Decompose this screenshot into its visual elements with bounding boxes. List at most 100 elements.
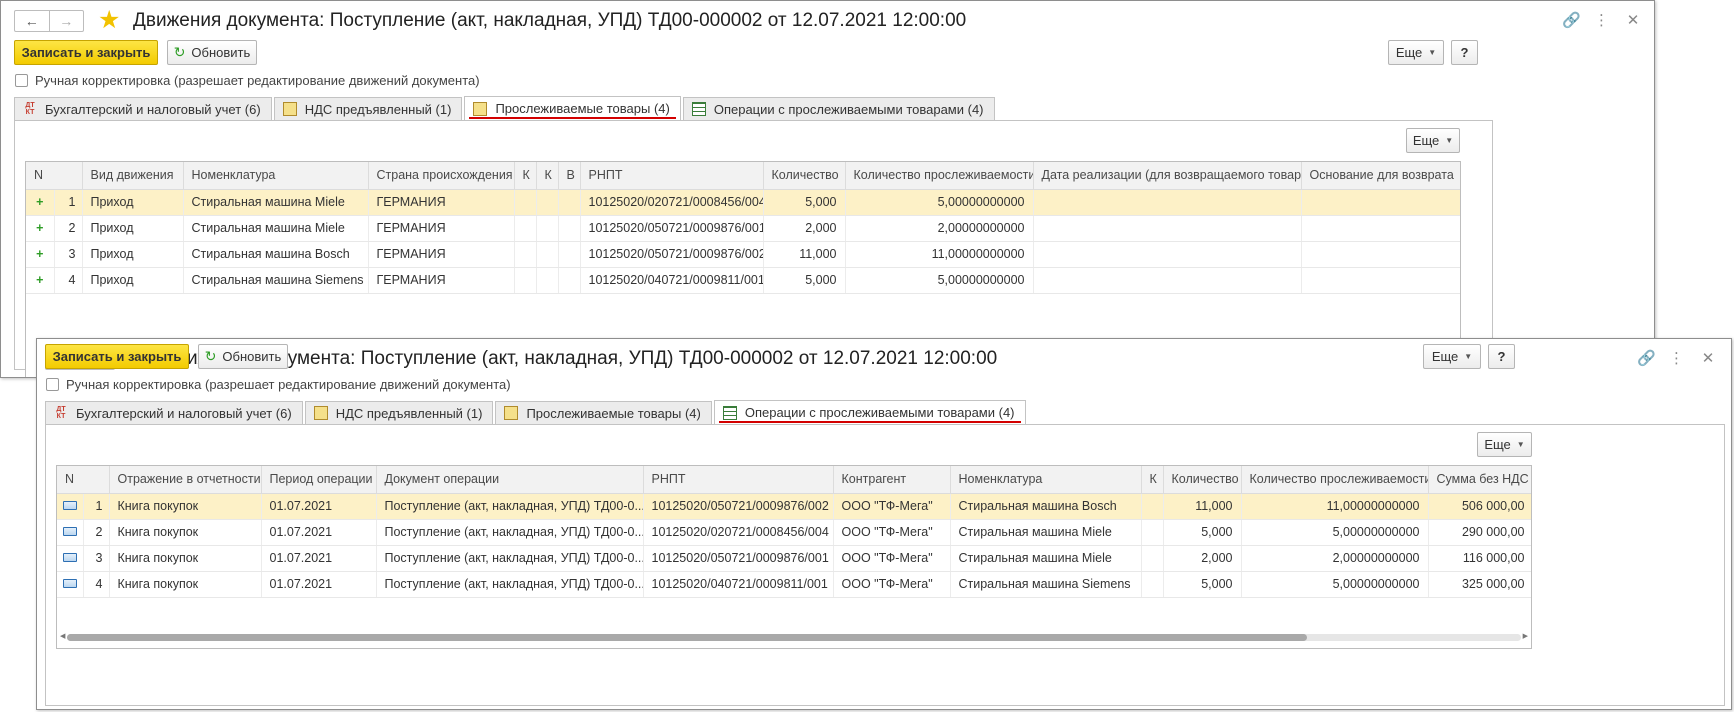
cell-operation-document: Поступление (акт, накладная, УПД) ТД00-0… <box>376 493 644 520</box>
cell-trace-quantity: 5,00000000000 <box>1241 519 1429 546</box>
more-label: Еще <box>1431 349 1459 364</box>
col-k[interactable]: К <box>1141 466 1164 494</box>
scrollbar-thumb[interactable] <box>67 634 1307 641</box>
record-icon <box>62 579 77 588</box>
col-k1[interactable]: К <box>514 162 537 190</box>
table-row[interactable]: 1 Книга покупок 01.07.2021 Поступление (… <box>57 493 1531 520</box>
scroll-left-icon[interactable]: ◀ <box>60 632 65 640</box>
tab-accounting[interactable]: ДТ КТ Бухгалтерский и налоговый учет (6) <box>45 401 303 424</box>
link-icon[interactable]: 🔗 <box>1562 11 1581 29</box>
refresh-button[interactable]: ↻ Обновить <box>198 344 288 369</box>
table-row[interactable]: + 2 Приход Стиральная машина Miele ГЕРМА… <box>26 215 1460 242</box>
cell-country: ГЕРМАНИЯ <box>368 215 515 242</box>
col-k2[interactable]: К <box>536 162 559 190</box>
tab-vat[interactable]: НДС предъявленный (1) <box>304 401 494 424</box>
cell-empty <box>514 189 537 216</box>
cell-quantity: 5,000 <box>763 189 846 216</box>
col-country[interactable]: Страна происхождения <box>368 162 515 190</box>
table-row[interactable]: 3 Книга покупок 01.07.2021 Поступление (… <box>57 545 1531 572</box>
cell-sum-no-vat: 116 000,00 <box>1428 545 1531 572</box>
save-close-button[interactable]: Записать и закрыть <box>14 40 158 65</box>
col-n[interactable]: N <box>57 466 110 494</box>
tab-traceable-goods[interactable]: Прослеживаемые товары (4) <box>464 96 681 120</box>
movements-window-2: ← → ★ Движения документа: Поступление (а… <box>36 338 1732 710</box>
col-reporting[interactable]: Отражение в отчетности <box>109 466 262 494</box>
close-icon[interactable]: ✕ <box>1701 349 1715 367</box>
cell-movement-type: Приход <box>82 189 184 216</box>
col-nomenclature[interactable]: Номенклатура <box>950 466 1142 494</box>
help-button[interactable]: ? <box>1488 344 1515 369</box>
tab-vat[interactable]: НДС предъявленный (1) <box>273 97 463 120</box>
cell-empty <box>1141 571 1164 598</box>
table-more-button[interactable]: Еще ▼ <box>1477 432 1532 457</box>
table-row[interactable]: 2 Книга покупок 01.07.2021 Поступление (… <box>57 519 1531 546</box>
favorite-star-icon[interactable]: ★ <box>98 6 120 34</box>
table-row[interactable]: + 4 Приход Стиральная машина Siemens ГЕР… <box>26 267 1460 294</box>
col-quantity[interactable]: Количество <box>1163 466 1242 494</box>
tab-traceable-operations[interactable]: Операции с прослеживаемыми товарами (4) <box>682 97 995 120</box>
scroll-right-icon[interactable]: ▶ <box>1523 632 1528 640</box>
horizontal-scrollbar[interactable]: ◀ ▶ <box>57 632 1531 642</box>
close-icon[interactable]: ✕ <box>1626 11 1640 29</box>
more-vertical-icon[interactable]: ⋮ <box>1594 11 1609 29</box>
manual-correction-checkbox[interactable] <box>15 74 28 87</box>
col-sale-date[interactable]: Дата реализации (для возвращаемого товар… <box>1033 162 1302 190</box>
cell-empty <box>536 215 559 242</box>
col-sum-no-vat[interactable]: Сумма без НДС <box>1428 466 1531 494</box>
back-arrow-icon[interactable]: ← <box>15 11 50 31</box>
table-more-button[interactable]: Еще ▼ <box>1406 128 1460 153</box>
col-trace-quantity[interactable]: Количество прослеживаемости <box>845 162 1034 190</box>
row-type-cell <box>57 493 84 520</box>
refresh-button[interactable]: ↻ Обновить <box>167 40 257 65</box>
cell-country: ГЕРМАНИЯ <box>368 267 515 294</box>
table-icon <box>722 405 737 420</box>
tab-accounting[interactable]: ДТ КТ Бухгалтерский и налоговый учет (6) <box>14 97 272 120</box>
chevron-down-icon: ▼ <box>1428 48 1437 57</box>
tab-label: Операции с прослеживаемыми товарами (4) <box>744 405 1015 420</box>
col-counterparty[interactable]: Контрагент <box>833 466 951 494</box>
cell-empty <box>1301 215 1460 242</box>
more-button[interactable]: Еще ▼ <box>1423 344 1481 369</box>
col-rnpt[interactable]: РНПТ <box>643 466 834 494</box>
register-icon <box>473 101 488 116</box>
link-icon[interactable]: 🔗 <box>1637 349 1656 367</box>
col-movement-type[interactable]: Вид движения <box>82 162 184 190</box>
cell-operation-document: Поступление (акт, накладная, УПД) ТД00-0… <box>376 519 644 546</box>
tab-traceable-operations[interactable]: Операции с прослеживаемыми товарами (4) <box>713 400 1026 424</box>
col-n[interactable]: N <box>26 162 83 190</box>
col-quantity[interactable]: Количество <box>763 162 846 190</box>
cell-quantity: 5,000 <box>763 267 846 294</box>
col-return-reason[interactable]: Основание для возврата <box>1301 162 1460 190</box>
row-type-cell <box>57 571 84 598</box>
cell-trace-quantity: 5,00000000000 <box>845 189 1034 216</box>
table-row[interactable]: + 3 Приход Стиральная машина Bosch ГЕРМА… <box>26 241 1460 268</box>
cell-trace-quantity: 5,00000000000 <box>845 267 1034 294</box>
tab-label: Прослеживаемые товары (4) <box>526 405 701 421</box>
col-nomenclature[interactable]: Номенклатура <box>183 162 369 190</box>
cell-period: 01.07.2021 <box>261 545 377 572</box>
cell-empty <box>558 267 581 294</box>
manual-correction-row[interactable]: Ручная корректировка (разрешает редактир… <box>46 377 511 392</box>
manual-correction-checkbox[interactable] <box>46 378 59 391</box>
tabs-bar: ДТ КТ Бухгалтерский и налоговый учет (6) … <box>14 96 997 120</box>
table-header-row: N Отражение в отчетности Период операции… <box>57 466 1531 494</box>
table-row[interactable]: 4 Книга покупок 01.07.2021 Поступление (… <box>57 571 1531 598</box>
help-button[interactable]: ? <box>1451 40 1478 65</box>
col-v[interactable]: В <box>558 162 581 190</box>
table-row[interactable]: + 1 Приход Стиральная машина Miele ГЕРМА… <box>26 189 1460 216</box>
cell-rnpt: 10125020/050721/0009876/001 <box>580 215 764 242</box>
plus-icon: + <box>26 241 55 268</box>
col-rnpt[interactable]: РНПТ <box>580 162 764 190</box>
cell-period: 01.07.2021 <box>261 519 377 546</box>
cell-nomenclature: Стиральная машина Bosch <box>950 493 1142 520</box>
manual-correction-row[interactable]: Ручная корректировка (разрешает редактир… <box>15 73 480 88</box>
save-close-button[interactable]: Записать и закрыть <box>45 344 189 369</box>
cell-empty <box>1033 189 1302 216</box>
col-trace-quantity[interactable]: Количество прослеживаемости <box>1241 466 1429 494</box>
col-period[interactable]: Период операции <box>261 466 377 494</box>
more-button[interactable]: Еще ▼ <box>1388 40 1444 65</box>
tab-traceable-goods[interactable]: Прослеживаемые товары (4) <box>495 401 712 424</box>
forward-arrow-icon[interactable]: → <box>50 11 84 31</box>
more-vertical-icon[interactable]: ⋮ <box>1669 349 1684 367</box>
col-operation-document[interactable]: Документ операции <box>376 466 644 494</box>
